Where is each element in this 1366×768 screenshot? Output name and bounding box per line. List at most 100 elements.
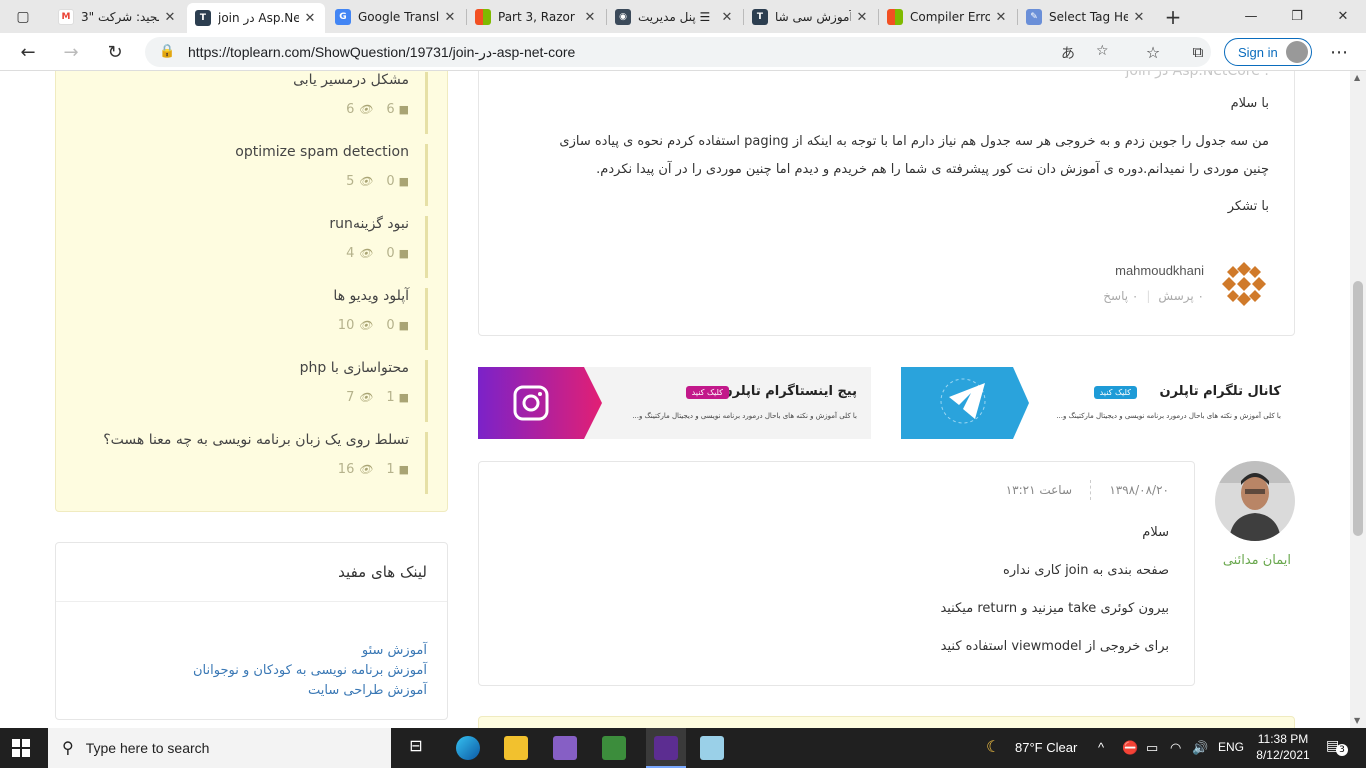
url-text[interactable]: https://toplearn.com/ShowQuestion/19731/…: [188, 44, 575, 61]
browser-tab[interactable]: ✎ Select Tag He ✕: [1018, 2, 1154, 32]
browser-tab-active[interactable]: T join در Asp.Ne ✕: [187, 3, 325, 33]
show-hidden-icons-icon[interactable]: ^: [1098, 740, 1104, 755]
related-question-title[interactable]: optimize spam detection: [235, 144, 409, 160]
clock[interactable]: 11:38 PM 8/12/2021: [1252, 731, 1314, 763]
edge-icon[interactable]: [456, 736, 480, 760]
related-question-meta: 16 👁 1 ■: [338, 462, 409, 477]
sign-in-button[interactable]: Sign in: [1224, 38, 1312, 66]
close-icon[interactable]: ✕: [443, 10, 457, 25]
related-question-title[interactable]: آپلود ویدیو ها: [333, 288, 409, 304]
notifications-icon[interactable]: ▤ 3: [1326, 738, 1348, 758]
scroll-up-icon[interactable]: ▲: [1354, 73, 1360, 82]
minimize-icon[interactable]: —: [1228, 0, 1274, 33]
related-question-title[interactable]: مشکل درمسیر یابی: [293, 72, 409, 88]
page-scrollbar[interactable]: ▲ ▼: [1350, 71, 1366, 728]
task-view-icon[interactable]: ⊟: [404, 736, 428, 760]
close-icon[interactable]: ✕: [720, 10, 734, 25]
instagram-banner[interactable]: پیج اینستاگرام تاپلرن کلیک کنید با کلی آ…: [478, 367, 871, 439]
scrollbar-thumb[interactable]: [1353, 281, 1363, 536]
search-icon: ⚲: [62, 740, 74, 757]
question-thanks: با تشکر: [1227, 199, 1269, 214]
telegram-cta-button[interactable]: کلیک کنید: [1093, 386, 1137, 399]
wifi-icon[interactable]: ◠: [1170, 740, 1181, 756]
tab-title: Google Transla: [358, 10, 439, 24]
browser-tab[interactable]: M مجید: شرکت "3 ✕: [50, 2, 185, 32]
related-question-title[interactable]: نبود گزینهrun: [329, 216, 409, 232]
useful-link[interactable]: آموزش طراحی سایت: [308, 683, 427, 698]
volume-icon[interactable]: 🔊: [1192, 740, 1208, 756]
favorites-icon[interactable]: ☆: [1140, 40, 1166, 64]
collections-icon[interactable]: ⧉: [1185, 40, 1211, 64]
windows-start-icon[interactable]: [12, 739, 30, 757]
related-question-item[interactable]: optimize spam detection 5 👁 0 ■: [56, 144, 428, 206]
browser-tab[interactable]: Compiler Erro ✕: [879, 2, 1016, 32]
question-author-name[interactable]: mahmoudkhani: [1115, 263, 1204, 278]
question-body-line: چنین موردی را نمیدانم.دوره ی آموزش دان ن…: [596, 162, 1269, 177]
forward-icon[interactable]: →: [58, 40, 84, 64]
restore-icon[interactable]: ❐: [1274, 0, 1320, 33]
browser-tab[interactable]: T آموزش سی شا ✕: [744, 2, 877, 32]
comment-icon: ■: [398, 463, 409, 476]
browser-tab[interactable]: Part 3, Razor P ✕: [467, 2, 605, 32]
visual-studio-icon[interactable]: [553, 736, 577, 760]
browser-tab[interactable]: ◉ پنل مدیریت ☰ ✕: [607, 2, 742, 32]
search-placeholder: Type here to search: [85, 740, 210, 756]
answer-author-avatar[interactable]: [1215, 461, 1295, 541]
address-bar[interactable]: 🔒 https://toplearn.com/ShowQuestion/1973…: [145, 37, 1211, 67]
related-question-title[interactable]: محتواسازی با php: [300, 360, 409, 376]
new-tab-icon[interactable]: +: [1162, 5, 1184, 29]
question-body-line: من سه جدول را جوین زدم و به خروجی هر سه …: [559, 134, 1269, 149]
close-icon[interactable]: ✕: [1132, 10, 1146, 25]
language-indicator[interactable]: ENG: [1218, 740, 1244, 754]
telegram-banner[interactable]: کانال تلگرام تاپلرن کلیک کنید با کلی آمو…: [901, 367, 1295, 439]
sign-in-label: Sign in: [1238, 44, 1278, 60]
battery-icon[interactable]: ▭: [1146, 740, 1158, 756]
back-icon[interactable]: ←: [15, 40, 41, 64]
related-question-title[interactable]: تسلط روی یک زبان برنامه نویسی به چه معنا…: [103, 432, 409, 448]
active-app-slot[interactable]: [646, 728, 686, 768]
related-question-item[interactable]: آپلود ویدیو ها 10 👁 0 ■: [56, 288, 428, 350]
weather-text[interactable]: 87°F Clear: [1015, 740, 1077, 755]
add-favorite-icon[interactable]: ☆: [1096, 43, 1109, 59]
related-question-item[interactable]: نبود گزینهrun 4 👁 0 ■: [56, 216, 428, 278]
taskbar-search-box[interactable]: ⚲ Type here to search: [48, 728, 391, 768]
excel-tool-icon[interactable]: [602, 736, 626, 760]
related-question-item[interactable]: تسلط روی یک زبان برنامه نویسی به چه معنا…: [56, 432, 428, 494]
answer-author-name[interactable]: ایمان مدائنی: [1223, 553, 1291, 568]
google-translate-icon: G: [335, 9, 351, 25]
close-icon[interactable]: ✕: [583, 10, 597, 25]
related-question-item[interactable]: مشکل درمسیر یابی 6 👁 6 ■: [56, 72, 428, 134]
toplearn-icon: T: [195, 10, 211, 26]
views-count: 7: [346, 390, 355, 405]
refresh-icon[interactable]: ↻: [102, 40, 128, 64]
close-icon[interactable]: ✕: [303, 11, 317, 26]
stats-separator: |: [1146, 289, 1151, 303]
notes-app-icon[interactable]: [700, 736, 724, 760]
close-icon[interactable]: ✕: [163, 10, 177, 25]
notification-count: 3: [1336, 744, 1348, 756]
more-menu-icon[interactable]: ⋯: [1326, 40, 1352, 64]
close-icon[interactable]: ✕: [855, 10, 869, 25]
tab-actions-icon[interactable]: ▢: [12, 6, 34, 28]
lock-icon[interactable]: 🔒: [159, 44, 175, 59]
useful-link[interactable]: آموزش برنامه نویسی به کودکان و نوجوانان: [193, 663, 427, 678]
weather-moon-icon[interactable]: ☾: [986, 737, 1000, 757]
related-question-item[interactable]: محتواسازی با php 7 👁 1 ■: [56, 360, 428, 422]
instagram-cta-button[interactable]: کلیک کنید: [685, 386, 729, 399]
telegram-title: کانال تلگرام تاپلرن: [1159, 384, 1282, 399]
tab-title: مجید: شرکت "3: [81, 10, 159, 24]
security-icon[interactable]: ⛔: [1122, 740, 1138, 756]
question-author-avatar[interactable]: [1219, 259, 1269, 309]
browser-tab[interactable]: G Google Transla ✕: [327, 2, 465, 32]
read-aloud-icon[interactable]: あ: [1061, 43, 1075, 63]
microsoft-icon: [475, 9, 491, 25]
window-close-icon[interactable]: ✕: [1320, 0, 1366, 33]
useful-link[interactable]: آموزش سئو: [362, 643, 427, 658]
views-count: 6: [346, 102, 355, 117]
close-icon[interactable]: ✕: [994, 10, 1008, 25]
browser-toolbar: ← → ↻ 🔒 https://toplearn.com/ShowQuestio…: [0, 33, 1366, 71]
file-explorer-icon[interactable]: [504, 736, 528, 760]
useful-links-panel: لینک های مفید آموزش سئو آموزش برنامه نوی…: [55, 542, 448, 720]
scroll-down-icon[interactable]: ▼: [1354, 716, 1360, 725]
tab-title: join در Asp.Ne: [218, 11, 299, 25]
